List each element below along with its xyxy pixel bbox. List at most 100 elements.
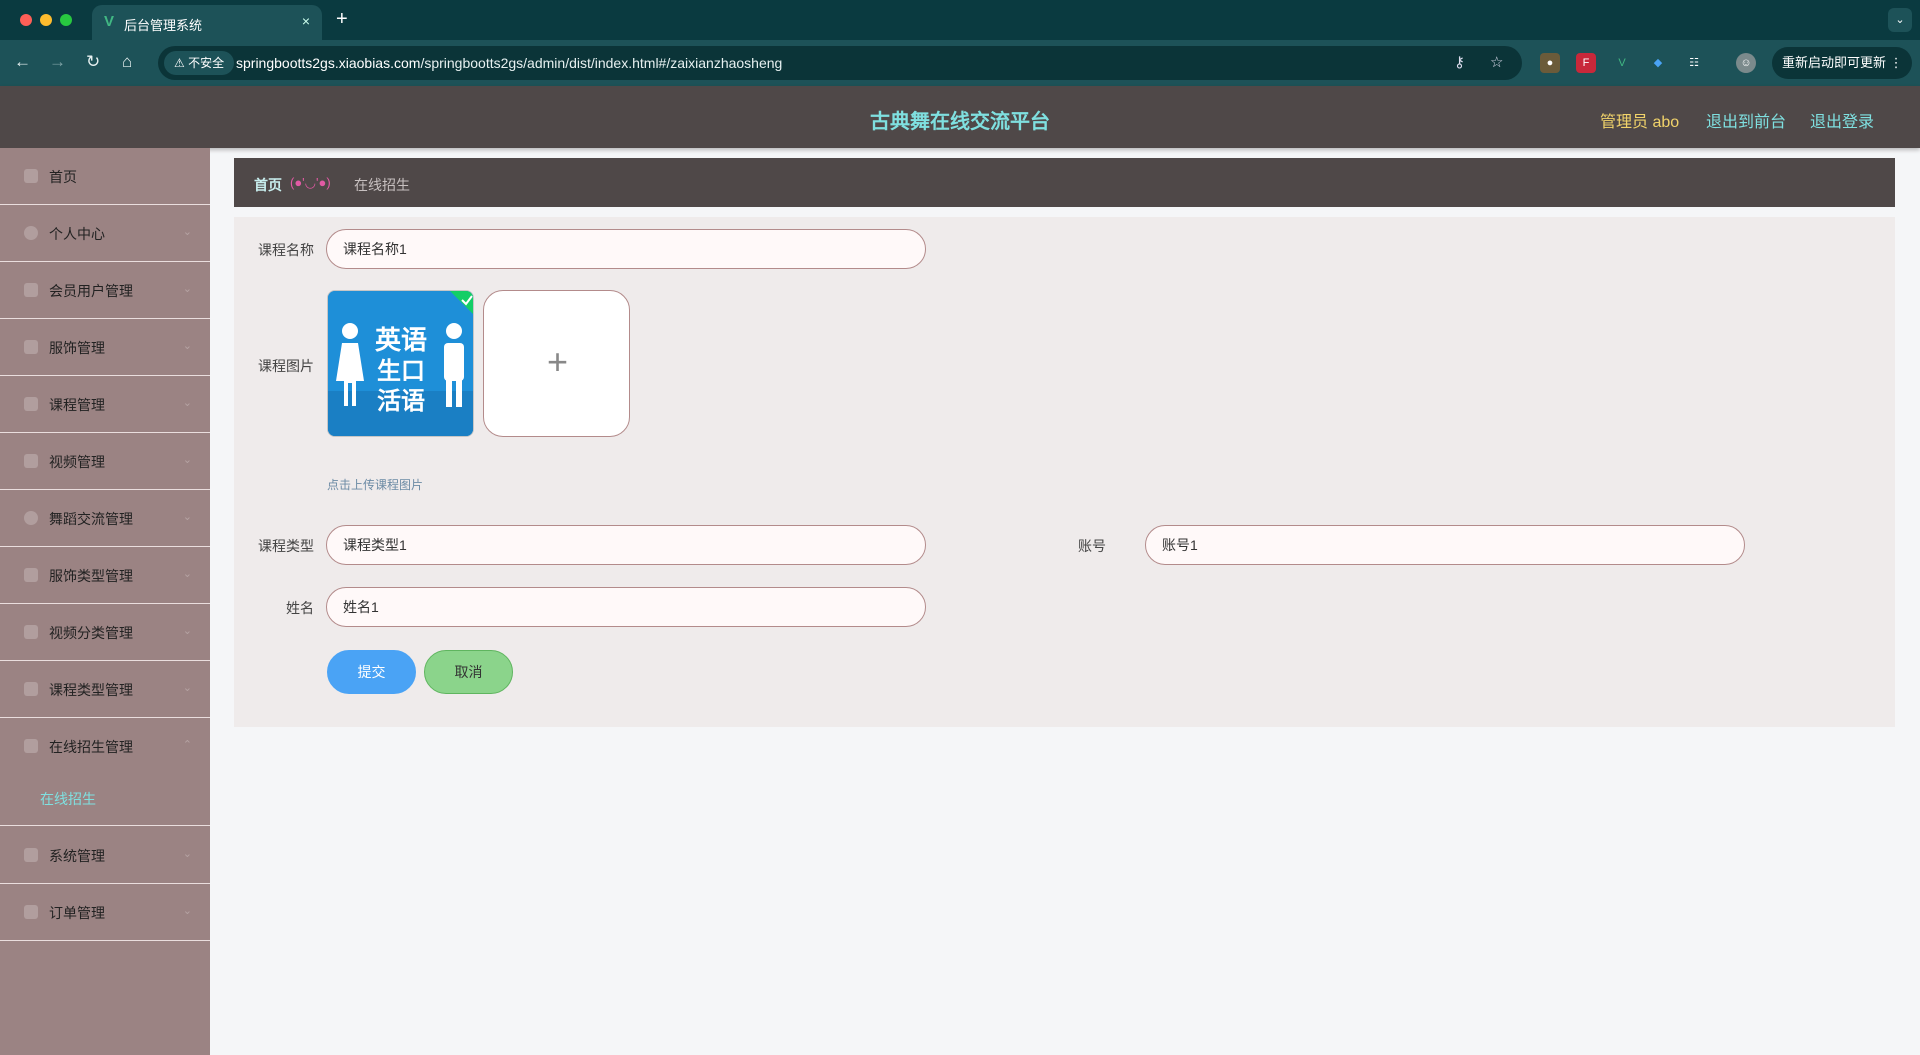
app-header: 古典舞在线交流平台 管理员 abo 退出到前台 退出登录 bbox=[0, 86, 1920, 148]
insecure-label: 不安全 bbox=[188, 56, 225, 70]
sidebar-item-label: 个人中心 bbox=[49, 226, 105, 242]
update-button[interactable]: 重新启动即可更新 ⋮ bbox=[1772, 47, 1912, 79]
home-icon bbox=[24, 169, 38, 183]
maximize-window-button[interactable] bbox=[60, 14, 72, 26]
current-user: 管理员 abo bbox=[1600, 114, 1680, 131]
course-name-input[interactable]: 课程名称1 bbox=[326, 229, 926, 269]
gem-extension-icon[interactable]: ◆ bbox=[1648, 53, 1668, 73]
sidebar-item-home[interactable]: 首页 bbox=[0, 148, 210, 205]
sidebar-item-video[interactable]: 视频管理 ⌄ bbox=[0, 433, 210, 490]
sidebar-item-enrollment[interactable]: 在线招生管理 ⌃ bbox=[0, 718, 210, 775]
sidebar-item-course[interactable]: 课程管理 ⌄ bbox=[0, 376, 210, 433]
sidebar-item-costume[interactable]: 服饰管理 ⌄ bbox=[0, 319, 210, 376]
puzzle-extensions-icon[interactable]: ☷ bbox=[1684, 53, 1704, 73]
submit-button[interactable]: 提交 bbox=[327, 650, 416, 694]
minimize-window-button[interactable] bbox=[40, 14, 52, 26]
vue-devtools-icon[interactable]: V bbox=[1612, 53, 1632, 73]
image-text-mid: 生口 bbox=[377, 357, 425, 385]
chevron-down-icon: ⌄ bbox=[182, 283, 192, 295]
course-image-label: 课程图片 bbox=[258, 358, 314, 374]
name-label: 姓名 bbox=[286, 600, 314, 616]
sidebar-item-label: 在线招生管理 bbox=[49, 739, 133, 755]
reload-icon[interactable]: ↻ bbox=[86, 52, 100, 72]
account-label: 账号 bbox=[1078, 538, 1106, 554]
logout-link[interactable]: 退出登录 bbox=[1810, 108, 1874, 132]
cancel-button[interactable]: 取消 bbox=[424, 650, 513, 694]
sidebar-item-label: 视频管理 bbox=[49, 454, 105, 470]
name-input[interactable]: 姓名1 bbox=[326, 587, 926, 627]
sidebar-item-member-users[interactable]: 会员用户管理 ⌄ bbox=[0, 262, 210, 319]
url-path: /springbootts2gs/admin/dist/index.html#/… bbox=[420, 55, 783, 71]
course-name-label: 课程名称 bbox=[258, 242, 314, 258]
sidebar-item-dance-exchange[interactable]: 舞蹈交流管理 ⌄ bbox=[0, 490, 210, 547]
sidebar-item-personal-center[interactable]: 个人中心 ⌄ bbox=[0, 205, 210, 262]
chevron-down-icon: ⌄ bbox=[182, 682, 192, 694]
user-icon bbox=[24, 226, 38, 240]
chevron-down-icon: ⌄ bbox=[182, 848, 192, 860]
course-image-picture: 英语 生口 活语 bbox=[328, 291, 473, 436]
list-icon bbox=[24, 454, 38, 468]
update-label: 重新启动即可更新 bbox=[1782, 55, 1887, 70]
grid-icon bbox=[24, 682, 38, 696]
fe-extension-icon[interactable]: F bbox=[1576, 53, 1596, 73]
browser-tab[interactable]: V 后台管理系统 × bbox=[92, 5, 322, 40]
enrollment-form: 课程名称 课程名称1 课程图片 英语 生口 活语 + 点击上传课程图片 课程类型… bbox=[234, 217, 1895, 727]
bookmark-star-icon[interactable]: ☆ bbox=[1490, 53, 1503, 71]
send-icon bbox=[24, 397, 38, 411]
browser-tab-bar: V 后台管理系统 × + ⌄ bbox=[0, 0, 1920, 40]
back-arrow-icon[interactable]: ← bbox=[14, 52, 31, 72]
breadcrumb-home[interactable]: 首页 bbox=[254, 175, 282, 195]
system-icon bbox=[24, 848, 38, 862]
enrollment-icon bbox=[24, 739, 38, 753]
sidebar-item-label: 视频分类管理 bbox=[49, 625, 133, 641]
breadcrumb-separator: (●'◡'●) bbox=[290, 175, 331, 190]
sidebar-item-orders[interactable]: 订单管理 ⌄ bbox=[0, 884, 210, 941]
url-text[interactable]: springbootts2gs.xiaobias.com/springboott… bbox=[236, 55, 782, 71]
extension-icon[interactable]: ● bbox=[1540, 53, 1560, 73]
members-icon bbox=[24, 283, 38, 297]
order-icon bbox=[24, 905, 38, 919]
url-host: springbootts2gs.xiaobias.com bbox=[236, 55, 421, 71]
course-image-thumbnail[interactable]: 英语 生口 活语 bbox=[327, 290, 474, 437]
sidebar-item-label: 服饰管理 bbox=[49, 340, 105, 356]
forward-arrow-icon[interactable]: → bbox=[49, 52, 66, 72]
chevron-down-icon: ⌄ bbox=[182, 226, 192, 238]
tab-title: 后台管理系统 bbox=[124, 18, 203, 33]
sidebar-item-label: 系统管理 bbox=[49, 848, 105, 864]
close-window-button[interactable] bbox=[20, 14, 32, 26]
chevron-down-icon: ⌄ bbox=[182, 568, 192, 580]
back-to-front-link[interactable]: 退出到前台 bbox=[1706, 108, 1786, 132]
bar-chart-icon bbox=[24, 568, 38, 582]
chevron-up-icon: ⌃ bbox=[182, 739, 192, 751]
chevron-down-icon: ⌄ bbox=[182, 397, 192, 409]
sidebar-item-label: 舞蹈交流管理 bbox=[49, 511, 133, 527]
new-tab-icon[interactable]: + bbox=[336, 8, 348, 31]
course-type-input[interactable]: 课程类型1 bbox=[326, 525, 926, 565]
upload-hint: 点击上传课程图片 bbox=[327, 478, 424, 492]
sidebar-item-system[interactable]: 系统管理 ⌄ bbox=[0, 827, 210, 884]
sidebar-subitem-online-enrollment[interactable]: 在线招生 bbox=[0, 770, 210, 826]
insecure-badge[interactable]: ⚠ 不安全 bbox=[164, 51, 235, 75]
home-icon[interactable]: ⌂ bbox=[122, 52, 132, 72]
course-type-label: 课程类型 bbox=[258, 538, 314, 554]
sidebar-item-video-category[interactable]: 视频分类管理 ⌄ bbox=[0, 604, 210, 661]
sidebar: 首页 个人中心 ⌄ 会员用户管理 ⌄ 服饰管理 ⌄ 课程管理 ⌄ 视频管理 ⌄ … bbox=[0, 148, 210, 1055]
sidebar-item-costume-type[interactable]: 服饰类型管理 ⌄ bbox=[0, 547, 210, 604]
account-input[interactable]: 账号1 bbox=[1145, 525, 1745, 565]
image-upload-button[interactable]: + bbox=[483, 290, 630, 437]
profile-avatar-icon[interactable]: ☺ bbox=[1736, 53, 1756, 73]
plus-icon: + bbox=[546, 341, 569, 382]
tab-close-icon[interactable]: × bbox=[302, 13, 310, 29]
chat-icon bbox=[24, 511, 38, 525]
vue-favicon-icon: V bbox=[104, 13, 115, 30]
image-text-bot: 活语 bbox=[377, 387, 425, 415]
address-bar[interactable]: ⚠ 不安全 springbootts2gs.xiaobias.com/sprin… bbox=[158, 46, 1522, 80]
sidebar-item-label: 订单管理 bbox=[49, 905, 105, 921]
sidebar-item-label: 课程类型管理 bbox=[49, 682, 133, 698]
image-text-top: 英语 bbox=[375, 326, 427, 356]
password-key-icon[interactable]: ⚷ bbox=[1454, 53, 1465, 71]
tab-search-chevron-icon[interactable]: ⌄ bbox=[1888, 8, 1912, 32]
sidebar-item-course-type[interactable]: 课程类型管理 ⌄ bbox=[0, 661, 210, 718]
chevron-down-icon: ⌄ bbox=[182, 625, 192, 637]
category-icon bbox=[24, 625, 38, 639]
